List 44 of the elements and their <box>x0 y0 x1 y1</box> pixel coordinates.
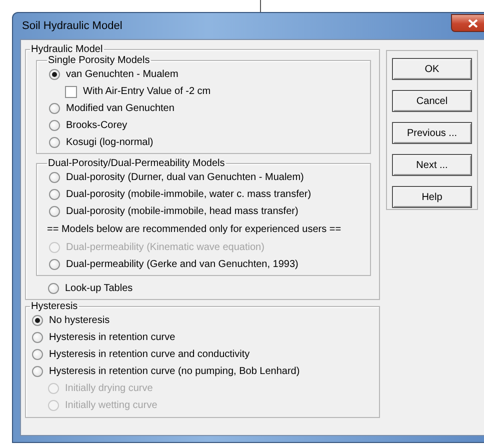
radio-button[interactable] <box>48 283 59 294</box>
checkbox[interactable] <box>65 86 77 98</box>
close-button[interactable] <box>451 14 484 32</box>
option-label: Initially drying curve <box>65 383 153 394</box>
group-label: Dual-Porosity/Dual-Permeability Models <box>47 158 226 169</box>
group-label: Hydraulic Model <box>30 44 104 55</box>
option-label: Hysteresis in retention curve (no pumping, Bob Lenhard) <box>49 366 300 377</box>
dialog-button[interactable]: Next ... <box>392 154 472 176</box>
radio-button[interactable] <box>32 332 43 343</box>
radio-button[interactable] <box>49 206 60 217</box>
option-label: Dual-porosity (mobile-immobile, water c. mass transfer) <box>66 189 312 200</box>
option-label: Hysteresis in retention curve and conductivity <box>49 349 250 360</box>
window-title: Soil Hydraulic Model <box>21 20 122 32</box>
radio-button[interactable] <box>49 120 60 131</box>
radio-button[interactable] <box>49 172 60 183</box>
group-label: Hysteresis <box>30 301 79 312</box>
option-label: Dual-permeability (Kinematic wave equation) <box>66 242 264 253</box>
dialog-button[interactable]: Previous ... <box>392 122 472 144</box>
radio-button[interactable] <box>49 259 60 270</box>
note-text: == Models below are recommended only for experienced users == <box>47 224 342 235</box>
radio-button[interactable] <box>49 69 60 80</box>
close-icon <box>468 18 478 28</box>
option-label: van Genuchten - Mualem <box>66 69 178 80</box>
option-label: Kosugi (log-normal) <box>66 137 154 148</box>
radio-button[interactable] <box>32 315 43 326</box>
option-label: Dual-porosity (mobile-immobile, head mass transfer) <box>66 206 298 217</box>
option-label: With Air-Entry Value of -2 cm <box>83 86 211 97</box>
radio-button[interactable] <box>32 366 43 377</box>
radio-button[interactable] <box>49 137 60 148</box>
option-label: Dual-porosity (Durner, dual van Genuchten - Mualem) <box>66 172 304 183</box>
radio-button[interactable] <box>32 349 43 360</box>
option-label: Initially wetting curve <box>65 400 158 411</box>
option-label: Look-up Tables <box>65 283 133 294</box>
dialog-button[interactable]: Cancel <box>392 90 472 112</box>
option-label: Hysteresis in retention curve <box>49 332 176 343</box>
option-label: Brooks-Corey <box>66 120 128 131</box>
option-label: Dual-permeability (Gerke and van Genuchten, 1993) <box>66 259 298 270</box>
dialog-button[interactable]: OK <box>392 58 472 80</box>
option-label: Modified van Genuchten <box>66 103 174 114</box>
dialog-button[interactable]: Help <box>392 186 472 208</box>
option-label: No hysteresis <box>49 315 110 326</box>
radio-button[interactable] <box>49 189 60 200</box>
radio-button[interactable] <box>49 103 60 114</box>
group-label: Single Porosity Models <box>47 55 151 66</box>
